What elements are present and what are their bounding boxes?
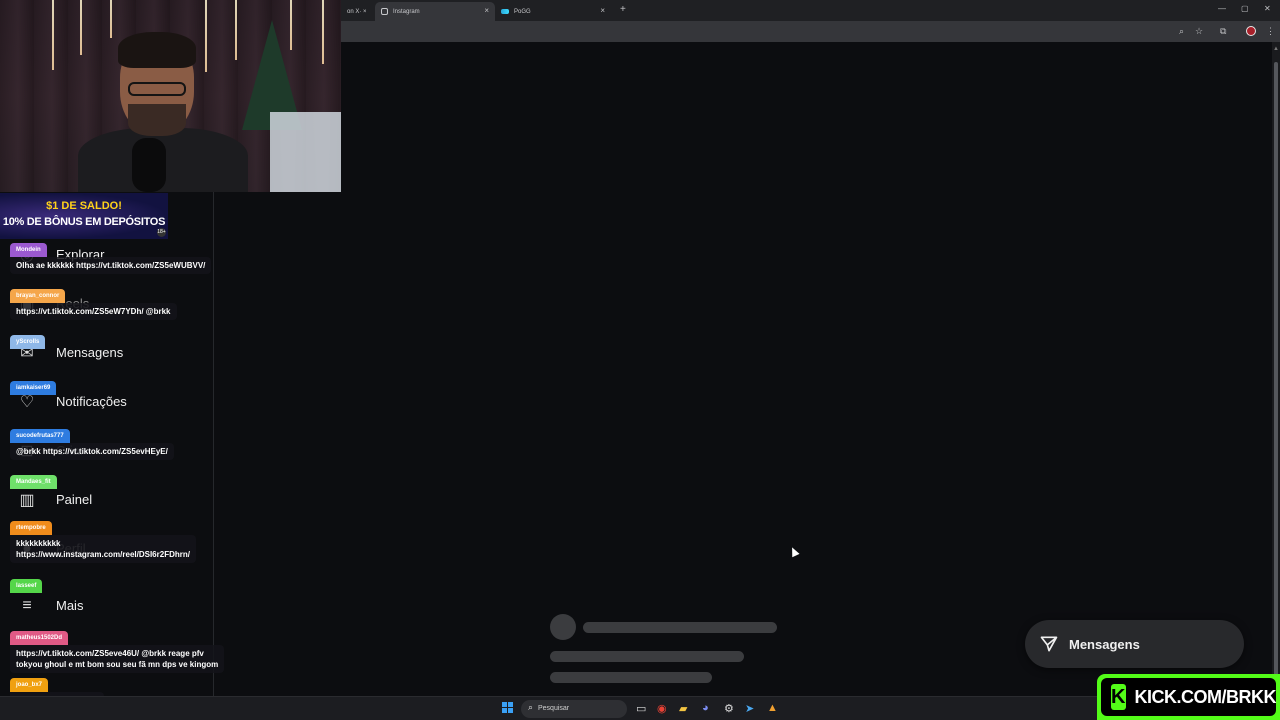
nav-mensagens[interactable]: Mensagens <box>56 345 123 360</box>
close-icon[interactable]: × <box>600 6 605 15</box>
taskbar-search-label: Pesquisar <box>538 705 570 712</box>
banner-line-1: $1 DE SALDO! <box>46 200 122 212</box>
new-tab-button[interactable]: + <box>620 4 626 15</box>
messenger-icon[interactable]: ✉ <box>16 342 38 364</box>
chart-icon[interactable]: ▥ <box>16 489 38 511</box>
maximize-button[interactable]: ▢ <box>1241 4 1249 13</box>
kick-logo-icon: K <box>1111 684 1126 710</box>
tab-label: Instagram <box>393 8 420 15</box>
extensions-icon[interactable]: ⧉ <box>1220 26 1226 37</box>
compass-icon[interactable]: ◎ <box>16 244 38 266</box>
scroll-up-icon[interactable]: ▲ <box>1273 46 1279 52</box>
skeleton-line <box>550 672 712 683</box>
string-lights <box>322 0 324 64</box>
string-lights <box>110 0 112 38</box>
string-lights <box>235 0 237 60</box>
microphone <box>132 138 166 192</box>
messages-button[interactable]: Mensagens <box>1025 620 1244 668</box>
skeleton-line <box>583 622 777 633</box>
profile-avatar[interactable] <box>1246 26 1256 36</box>
nav-notificacoes[interactable]: Notificações <box>56 394 127 409</box>
chrome-icon[interactable]: ◉ <box>657 702 667 715</box>
kick-url: KICK.COM/BRKK <box>1134 686 1277 707</box>
age-badge: 18+ <box>157 228 166 237</box>
nav-criar[interactable]: Criar <box>56 443 84 458</box>
nav-perfil[interactable]: Perfil <box>56 541 86 556</box>
close-icon[interactable]: × <box>359 2 371 21</box>
tab-instagram[interactable]: Instagram × <box>375 2 495 21</box>
string-lights <box>80 0 82 55</box>
reels-icon[interactable]: ▣ <box>16 293 38 315</box>
plus-square-icon[interactable]: ⊞ <box>16 440 38 462</box>
background-shelf <box>270 112 341 192</box>
taskbar-search[interactable]: Pesquisar <box>521 700 627 718</box>
nav-painel[interactable]: Painel <box>56 492 92 507</box>
zoom-icon[interactable]: ⌕ <box>1179 26 1184 37</box>
nav-explorar[interactable]: Explorar <box>56 247 104 262</box>
browser-tab-bar: on X· × Instagram × PoGG × + — ▢ ✕ <box>341 0 1280 21</box>
search-icon: ⌕ <box>528 702 534 712</box>
nav-mais[interactable]: Mais <box>56 598 83 613</box>
instagram-favicon-icon <box>381 8 388 15</box>
star-icon[interactable]: ☆ <box>1195 26 1203 37</box>
streamer-glasses <box>128 82 186 96</box>
send-icon <box>1040 636 1058 652</box>
tab-pogg[interactable]: PoGG × <box>495 2 611 21</box>
browser-toolbar: ⌕ ☆ ⧉ ⋮ <box>341 21 1280 42</box>
close-window-button[interactable]: ✕ <box>1264 4 1271 13</box>
heart-icon[interactable]: ♡ <box>16 391 38 413</box>
pogg-favicon-icon <box>501 9 509 14</box>
task-view-icon[interactable]: ▭ <box>636 702 646 715</box>
banner-line-2: 10% DE BÔNUS EM DEPÓSITOS <box>2 216 166 228</box>
skeleton-line <box>550 651 744 662</box>
nav-reels[interactable]: Reels <box>56 296 89 311</box>
scrollbar-thumb[interactable] <box>1274 62 1278 702</box>
settings-icon[interactable]: ⚙ <box>724 702 734 715</box>
discord-icon[interactable]: ◕ <box>702 702 709 714</box>
streamer-beard <box>128 104 186 136</box>
screen: ◎ Explorar ▣ Reels ✉ Mensagens ♡ Notific… <box>0 0 1280 720</box>
menu-icon[interactable]: ≡ <box>16 595 38 617</box>
menu-icon[interactable]: ⋮ <box>1266 26 1275 37</box>
kick-channel-badge: K KICK.COM/BRKK <box>1097 674 1280 720</box>
windows-taskbar: Pesquisar ⌕ ▭ ◉ ▰ ◕ ⚙ ➤ ▲ <box>0 696 1280 720</box>
telegram-icon[interactable]: ➤ <box>745 702 754 715</box>
string-lights <box>205 0 207 72</box>
skeleton-avatar <box>550 614 576 640</box>
page-scrollbar[interactable]: ▲ <box>1272 42 1280 702</box>
profile-icon[interactable]: ● <box>16 538 38 560</box>
messages-button-label: Mensagens <box>1069 636 1140 652</box>
tab-label: PoGG <box>514 8 531 15</box>
webcam-feed <box>0 0 341 192</box>
close-icon[interactable]: × <box>484 6 489 15</box>
kick-badge-inner: K KICK.COM/BRKK <box>1101 678 1276 716</box>
sponsor-banner: $1 DE SALDO! 10% DE BÔNUS EM DEPÓSITOS 1… <box>0 193 168 239</box>
windows-start-icon[interactable] <box>502 702 513 713</box>
minimize-button[interactable]: — <box>1218 4 1226 13</box>
streamer-hair <box>118 32 196 68</box>
vlc-icon[interactable]: ▲ <box>767 702 778 714</box>
file-explorer-icon[interactable]: ▰ <box>679 702 687 715</box>
string-lights <box>52 0 54 70</box>
